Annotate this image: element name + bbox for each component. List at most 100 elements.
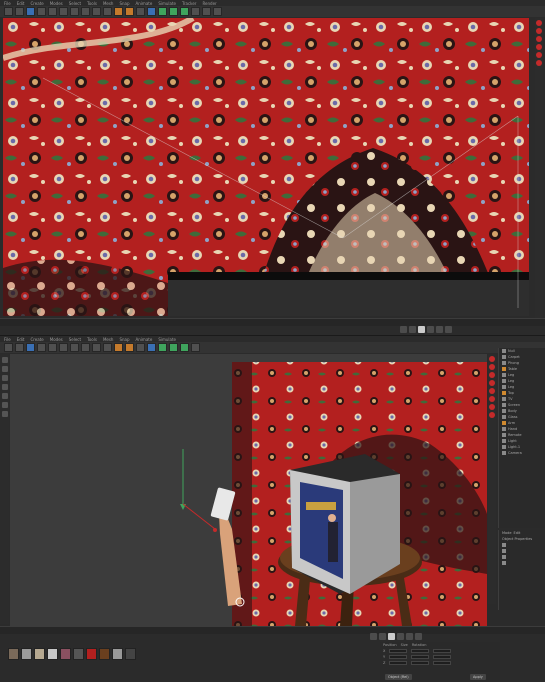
material-swatch[interactable] — [86, 648, 97, 660]
menu-item[interactable]: Select — [69, 1, 81, 6]
nurbs-icon[interactable] — [158, 7, 167, 16]
render-icon[interactable] — [536, 36, 542, 42]
material-swatch[interactable] — [125, 648, 136, 660]
position-x-field[interactable] — [389, 649, 408, 653]
menu-item[interactable]: Mesh — [103, 1, 114, 6]
rotate-icon[interactable] — [59, 343, 68, 352]
live-select-icon[interactable] — [26, 343, 35, 352]
x-axis-icon[interactable] — [70, 343, 79, 352]
nurbs-icon[interactable] — [158, 343, 167, 352]
play-icon[interactable] — [418, 326, 425, 333]
size-x-field[interactable] — [411, 649, 430, 653]
render-icon[interactable] — [489, 396, 495, 402]
menu-item[interactable]: Modes — [50, 1, 63, 6]
material-swatch[interactable] — [112, 648, 123, 660]
material-swatch[interactable] — [47, 648, 58, 660]
rotate-icon[interactable] — [59, 7, 68, 16]
play-icon[interactable] — [388, 633, 395, 640]
render-icon[interactable] — [489, 380, 495, 386]
undo-icon[interactable] — [4, 343, 13, 352]
scale-icon[interactable] — [48, 343, 57, 352]
attr-row[interactable] — [499, 560, 545, 566]
material-swatch[interactable] — [73, 648, 84, 660]
next-frame-icon[interactable] — [397, 633, 404, 640]
menu-item[interactable]: Snap — [119, 337, 129, 342]
perspective-viewport[interactable] — [10, 354, 487, 626]
cube-icon[interactable] — [147, 7, 156, 16]
move-icon[interactable] — [37, 7, 46, 16]
menu-item[interactable]: Snap — [119, 1, 129, 6]
render-settings-icon[interactable] — [136, 7, 145, 16]
menu-item[interactable]: Edit — [17, 1, 25, 6]
y-axis-icon[interactable] — [81, 7, 90, 16]
deformer-icon[interactable] — [180, 7, 189, 16]
z-axis-icon[interactable] — [92, 343, 101, 352]
go-start-icon[interactable] — [400, 326, 407, 333]
render-icon[interactable] — [489, 364, 495, 370]
menu-item[interactable]: Modes — [50, 337, 63, 342]
move-icon[interactable] — [37, 343, 46, 352]
render-icon[interactable] — [489, 356, 495, 362]
material-swatch[interactable] — [34, 648, 45, 660]
render-icon[interactable] — [489, 388, 495, 394]
y-axis-icon[interactable] — [81, 343, 90, 352]
top-timeline[interactable] — [0, 318, 545, 326]
menu-item[interactable]: Create — [30, 337, 43, 342]
apply-button[interactable]: Apply — [470, 674, 486, 680]
render-icon[interactable] — [536, 28, 542, 34]
next-frame-icon[interactable] — [427, 326, 434, 333]
attr-tab[interactable]: Mode — [502, 531, 512, 535]
scale-icon[interactable] — [48, 7, 57, 16]
render-icon[interactable] — [489, 372, 495, 378]
coord-system-icon[interactable] — [103, 343, 112, 352]
camera-icon[interactable] — [202, 7, 211, 16]
x-axis-icon[interactable] — [70, 7, 79, 16]
size-y-field[interactable] — [411, 655, 430, 659]
menu-item[interactable]: Tracker — [182, 1, 196, 6]
live-select-icon[interactable] — [26, 7, 35, 16]
render-icon[interactable] — [489, 404, 495, 410]
menu-item[interactable]: Tools — [87, 337, 97, 342]
menu-item[interactable]: Render — [202, 1, 216, 6]
cube-icon[interactable] — [147, 343, 156, 352]
menu-item[interactable]: Animate — [136, 1, 153, 6]
record-icon[interactable] — [445, 326, 452, 333]
material-swatch[interactable] — [8, 648, 19, 660]
material-swatch[interactable] — [99, 648, 110, 660]
bottom-timeline[interactable] — [0, 626, 545, 634]
go-start-icon[interactable] — [370, 633, 377, 640]
redo-icon[interactable] — [15, 7, 24, 16]
menu-item[interactable]: Edit — [17, 337, 25, 342]
render-settings-icon[interactable] — [136, 343, 145, 352]
rotation-b-field[interactable] — [433, 661, 452, 665]
array-icon[interactable] — [169, 343, 178, 352]
menu-item[interactable]: Select — [69, 337, 81, 342]
points-mode-icon[interactable] — [1, 375, 8, 381]
scene-icon[interactable] — [191, 7, 200, 16]
record-icon[interactable] — [415, 633, 422, 640]
prev-frame-icon[interactable] — [379, 633, 386, 640]
go-end-icon[interactable] — [406, 633, 413, 640]
material-swatch[interactable] — [21, 648, 32, 660]
menu-item[interactable]: File — [4, 337, 11, 342]
render-picture-icon[interactable] — [125, 7, 134, 16]
light-icon[interactable] — [213, 7, 222, 16]
position-z-field[interactable] — [389, 661, 408, 665]
menu-item[interactable]: File — [4, 1, 11, 6]
object-row[interactable]: Camera — [499, 450, 545, 456]
material-swatch[interactable] — [60, 648, 71, 660]
render-picture-icon[interactable] — [125, 343, 134, 352]
prev-frame-icon[interactable] — [409, 326, 416, 333]
model-mode-icon[interactable] — [1, 357, 8, 363]
render-icon[interactable] — [536, 52, 542, 58]
redo-icon[interactable] — [15, 343, 24, 352]
coord-mode-select[interactable]: Object (Rel) — [385, 674, 412, 680]
attr-tab[interactable]: Edit — [514, 531, 521, 535]
undo-icon[interactable] — [4, 7, 13, 16]
top-viewport[interactable] — [3, 18, 529, 316]
rotation-p-field[interactable] — [433, 655, 452, 659]
scene-icon[interactable] — [191, 343, 200, 352]
menu-item[interactable]: Animate — [136, 337, 153, 342]
axis-mode-icon[interactable] — [1, 402, 8, 408]
render-icon[interactable] — [536, 44, 542, 50]
